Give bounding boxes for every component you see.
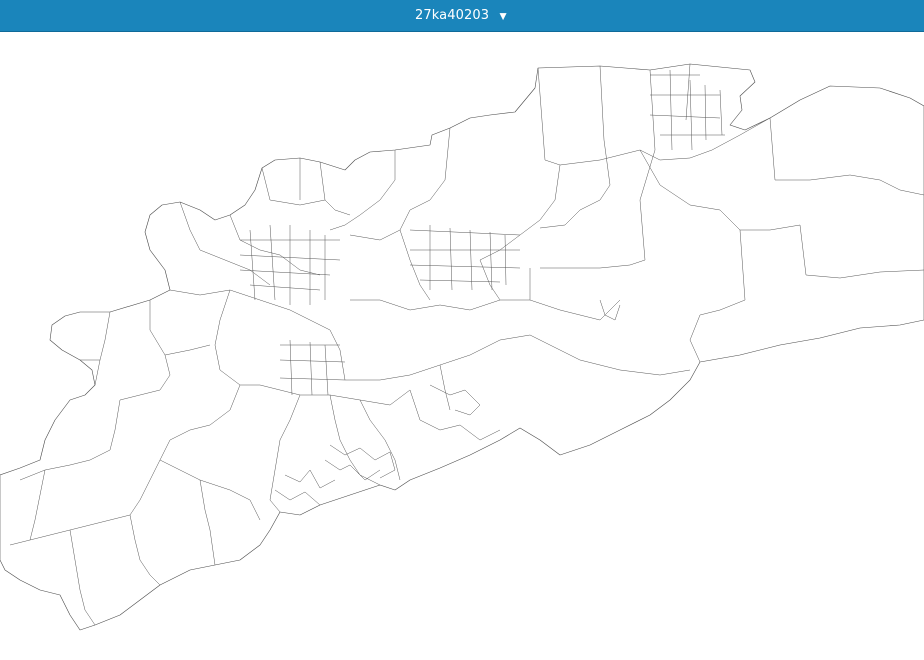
map-outline xyxy=(0,63,924,631)
district-map[interactable] xyxy=(0,31,924,660)
region-selector-label: 27ka40203 xyxy=(415,8,490,23)
region-selector-dropdown[interactable]: 27ka40203 ▼ xyxy=(0,0,924,32)
chevron-down-icon: ▼ xyxy=(497,8,509,23)
map-container[interactable] xyxy=(0,31,924,660)
